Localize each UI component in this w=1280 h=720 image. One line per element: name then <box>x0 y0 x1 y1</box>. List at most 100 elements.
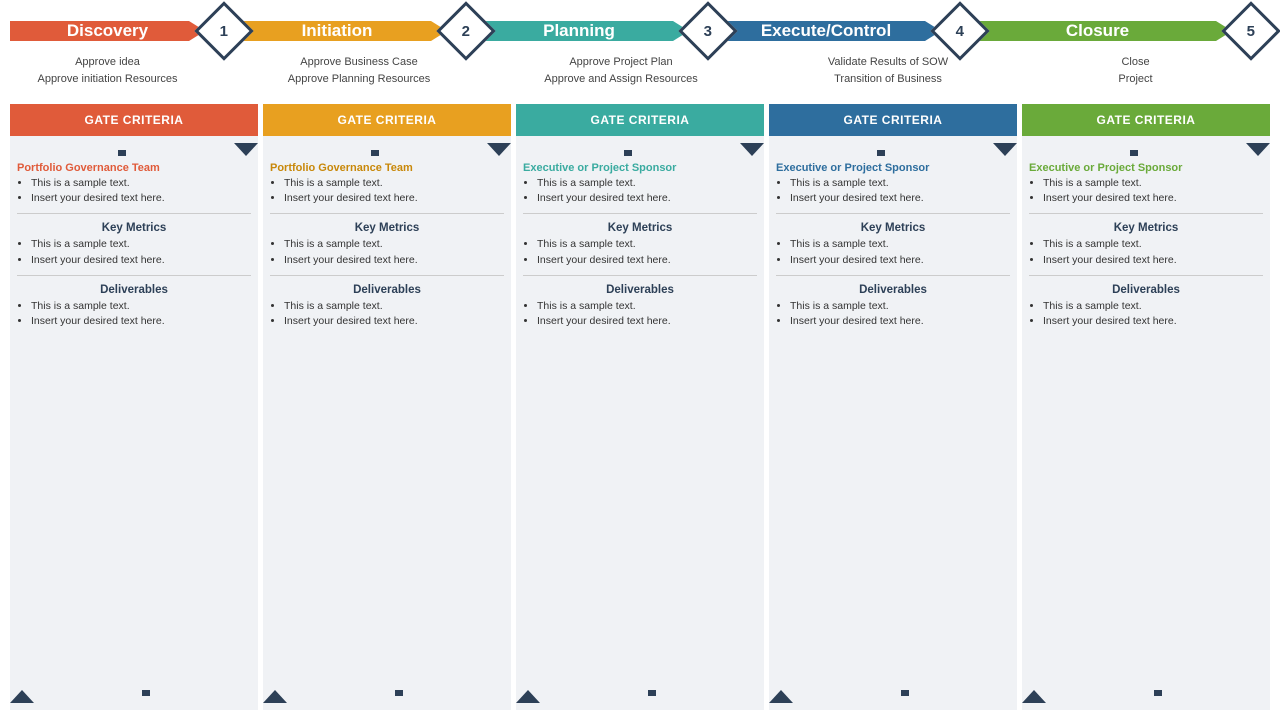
divider-3a <box>523 213 757 214</box>
arrow-bottom-1 <box>10 690 258 710</box>
gate-4-number: 4 <box>956 23 964 40</box>
subtext-2: Approve Business Case Approve Planning R… <box>249 54 469 87</box>
phase-4-label: Execute/Control <box>761 21 891 41</box>
deliverables-bullets-1: This is a sample text. Insert your desir… <box>17 299 251 329</box>
divider-4b <box>776 275 1010 276</box>
bullet-1-2: Insert your desired text here. <box>31 192 165 204</box>
arrow-top-2 <box>263 136 511 156</box>
metric-1-1: This is a sample text. <box>31 238 130 250</box>
arrow-down-5 <box>1246 143 1270 156</box>
deliverables-title-2: Deliverables <box>270 279 504 299</box>
deliverable-3-2: Insert your desired text here. <box>537 315 671 327</box>
gate-criteria-header-2: GATE CRITERIA <box>263 104 511 136</box>
metric-2-1: This is a sample text. <box>284 238 383 250</box>
ribbon-row: Discovery 1 Initiation 2 Planning 3 <box>10 10 1270 52</box>
gate-bullets-1: This is a sample text. Insert your desir… <box>17 176 251 206</box>
deliverables-title-3: Deliverables <box>523 279 757 299</box>
deliverables-title-5: Deliverables <box>1029 279 1263 299</box>
team-label-2: Portfolio Governance Team <box>270 160 504 176</box>
col-body-3: Executive or Project Sponsor This is a s… <box>516 156 764 690</box>
vert-line-bottom-2 <box>395 690 403 696</box>
gate-criteria-label-4: GATE CRITERIA <box>844 113 943 127</box>
divider-5b <box>1029 275 1263 276</box>
subtext-1: Approve idea Approve initiation Resource… <box>10 54 205 87</box>
col-body-5: Executive or Project Sponsor This is a s… <box>1022 156 1270 690</box>
subtext-3: Approve Project Plan Approve and Assign … <box>511 54 731 87</box>
gate-criteria-header-5: GATE CRITERIA <box>1022 104 1270 136</box>
phase-3: Planning <box>469 21 689 41</box>
team-label-5: Executive or Project Sponsor <box>1029 160 1263 176</box>
bullet-4-1: This is a sample text. <box>790 177 889 189</box>
bullet-2-2: Insert your desired text here. <box>284 192 418 204</box>
metric-1-2: Insert your desired text here. <box>31 254 165 266</box>
deliverables-bullets-2: This is a sample text. Insert your desir… <box>270 299 504 329</box>
bullet-3-2: Insert your desired text here. <box>537 192 671 204</box>
metrics-bullets-1: This is a sample text. Insert your desir… <box>17 237 251 267</box>
arrow-bottom-4 <box>769 690 1017 710</box>
deliverable-4-1: This is a sample text. <box>790 300 889 312</box>
gate-bullets-4: This is a sample text. Insert your desir… <box>776 176 1010 206</box>
subtext-2-line2: Approve Planning Resources <box>288 73 430 85</box>
team-label-4: Executive or Project Sponsor <box>776 160 1010 176</box>
subtext-3-line1: Approve Project Plan <box>569 56 672 68</box>
arrow-top-5 <box>1022 136 1270 156</box>
arrow-up-1 <box>10 690 34 703</box>
deliverable-2-2: Insert your desired text here. <box>284 315 418 327</box>
deliverable-1-2: Insert your desired text here. <box>31 315 165 327</box>
divider-1b <box>17 275 251 276</box>
arrow-down-4 <box>993 143 1017 156</box>
key-metrics-title-3: Key Metrics <box>523 217 757 237</box>
gate-criteria-label-1: GATE CRITERIA <box>85 113 184 127</box>
col-body-1: Portfolio Governance Team This is a samp… <box>10 156 258 690</box>
deliverable-5-1: This is a sample text. <box>1043 300 1142 312</box>
phase-5-label: Closure <box>1066 21 1129 41</box>
gate-bullets-3: This is a sample text. Insert your desir… <box>523 176 757 206</box>
gate-3-number: 3 <box>704 23 712 40</box>
subtext-5: Close Project <box>1045 54 1226 87</box>
deliverable-2-1: This is a sample text. <box>284 300 383 312</box>
gate-criteria-header-1: GATE CRITERIA <box>10 104 258 136</box>
team-label-3: Executive or Project Sponsor <box>523 160 757 176</box>
gate-bullets-2: This is a sample text. Insert your desir… <box>270 176 504 206</box>
col-body-4: Executive or Project Sponsor This is a s… <box>769 156 1017 690</box>
gate-criteria-label-5: GATE CRITERIA <box>1097 113 1196 127</box>
bullet-5-1: This is a sample text. <box>1043 177 1142 189</box>
subtext-5-line1: Close <box>1121 56 1149 68</box>
bullet-4-2: Insert your desired text here. <box>790 192 924 204</box>
arrow-top-3 <box>516 136 764 156</box>
gate-subtext-row: Approve idea Approve initiation Resource… <box>10 52 1270 100</box>
phase-2-label: Initiation <box>302 21 373 41</box>
metric-3-2: Insert your desired text here. <box>537 254 671 266</box>
gate-criteria-label-3: GATE CRITERIA <box>591 113 690 127</box>
arrow-up-2 <box>263 690 287 703</box>
gate-bullets-5: This is a sample text. Insert your desir… <box>1029 176 1263 206</box>
column-5: GATE CRITERIA Executive or Project Spons… <box>1022 104 1270 710</box>
column-3: GATE CRITERIA Executive or Project Spons… <box>516 104 764 710</box>
metric-5-2: Insert your desired text here. <box>1043 254 1177 266</box>
divider-2a <box>270 213 504 214</box>
key-metrics-title-2: Key Metrics <box>270 217 504 237</box>
arrow-up-5 <box>1022 690 1046 703</box>
deliverables-title-4: Deliverables <box>776 279 1010 299</box>
arrow-top-4 <box>769 136 1017 156</box>
column-1: GATE CRITERIA Portfolio Governance Team … <box>10 104 258 710</box>
column-4: GATE CRITERIA Executive or Project Spons… <box>769 104 1017 710</box>
bullet-5-2: Insert your desired text here. <box>1043 192 1177 204</box>
arrow-bottom-3 <box>516 690 764 710</box>
bullet-2-1: This is a sample text. <box>284 177 383 189</box>
arrow-top-1 <box>10 136 258 156</box>
arrow-up-4 <box>769 690 793 703</box>
deliverables-bullets-5: This is a sample text. Insert your desir… <box>1029 299 1263 329</box>
gate-criteria-label-2: GATE CRITERIA <box>338 113 437 127</box>
vert-line-bottom-1 <box>142 690 150 696</box>
deliverables-bullets-3: This is a sample text. Insert your desir… <box>523 299 757 329</box>
deliverable-5-2: Insert your desired text here. <box>1043 315 1177 327</box>
metric-5-1: This is a sample text. <box>1043 238 1142 250</box>
arrow-down-2 <box>487 143 511 156</box>
phase-3-label: Planning <box>543 21 615 41</box>
deliverable-1-1: This is a sample text. <box>31 300 130 312</box>
gate-criteria-header-3: GATE CRITERIA <box>516 104 764 136</box>
subtext-4-line1: Validate Results of SOW <box>828 56 948 68</box>
metric-2-2: Insert your desired text here. <box>284 254 418 266</box>
page-wrapper: Discovery 1 Initiation 2 Planning 3 <box>0 0 1280 720</box>
